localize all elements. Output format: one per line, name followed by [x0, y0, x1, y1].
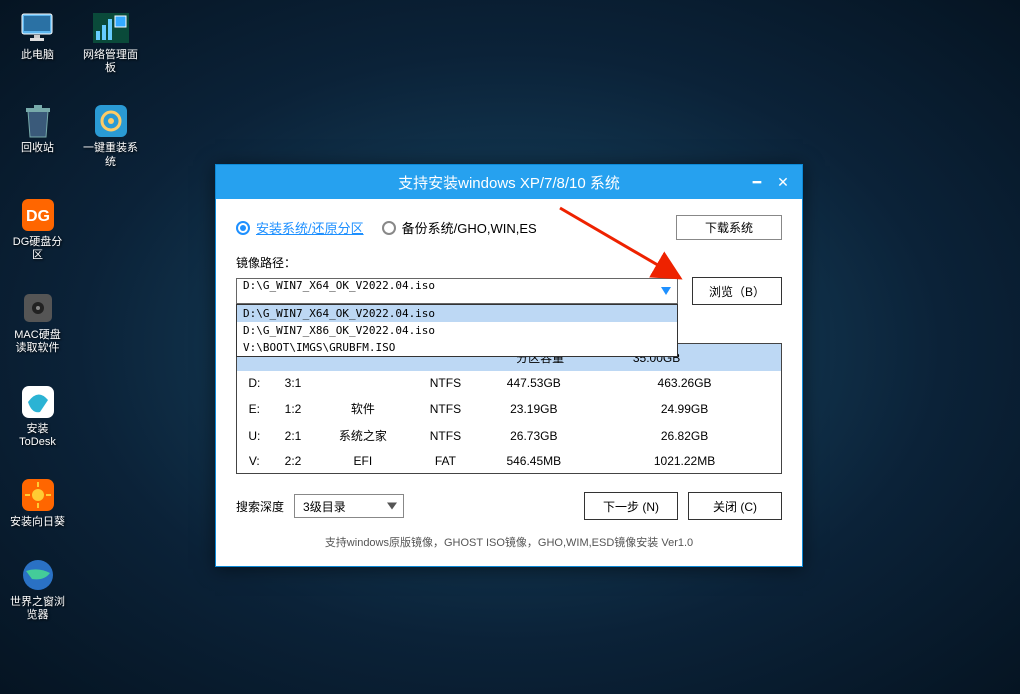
icon-label: 安装ToDesk	[10, 423, 65, 449]
footer-text: 支持windows原版镜像，GHOST ISO镜像，GHO,WIM,ESD镜像安…	[236, 534, 782, 558]
trash-icon	[18, 103, 58, 139]
desktop-icon-reinstall[interactable]: 一键重装系统	[83, 103, 138, 168]
image-path-dropdown[interactable]: D:\G_WIN7_X64_OK_V2022.04.iso D:\G_WIN7_…	[236, 304, 678, 357]
icon-label: 世界之窗浏览器	[10, 596, 65, 622]
titlebar[interactable]: 支持安装windows XP/7/8/10 系统 ━ ✕	[216, 165, 802, 199]
gear-icon	[91, 103, 131, 139]
partition-table: 分区容量 35.00GB D: 3:1 NTFS 447.53GB 463.26…	[236, 343, 782, 474]
table-row[interactable]: V: 2:2 EFI FAT 546.45MB 1021.22MB	[237, 449, 781, 473]
close-dialog-button[interactable]: 关闭 (C)	[688, 492, 782, 520]
sunflower-icon	[18, 477, 58, 513]
mac-disk-icon	[18, 290, 58, 326]
installer-dialog: 支持安装windows XP/7/8/10 系统 ━ ✕ 安装系统/还原分区 备…	[215, 164, 803, 567]
table-row[interactable]: D: 3:1 NTFS 447.53GB 463.26GB	[237, 371, 781, 395]
dropdown-option[interactable]: V:\BOOT\IMGS\GRUBFM.ISO	[237, 339, 677, 356]
desktop-icon-dg[interactable]: DG DG硬盘分区	[10, 197, 65, 262]
dg-icon: DG	[18, 197, 58, 233]
next-button[interactable]: 下一步 (N)	[584, 492, 678, 520]
todesk-icon	[18, 384, 58, 420]
icon-label: 此电脑	[21, 49, 54, 62]
desktop-icon-mac[interactable]: MAC硬盘读取软件	[10, 290, 65, 355]
desktop-icon-sunflower[interactable]: 安装向日葵	[10, 477, 65, 529]
radio-backup[interactable]: 备份系统/GHO,WIN,ES	[382, 218, 537, 237]
icon-label: DG硬盘分区	[10, 236, 65, 262]
icon-label: 回收站	[21, 142, 54, 155]
minimize-button[interactable]: ━	[744, 172, 770, 192]
table-row[interactable]: U: 2:1 系统之家 NTFS 26.73GB 26.82GB	[237, 422, 781, 449]
icon-label: 一键重装系统	[83, 142, 138, 168]
mode-radio-row: 安装系统/还原分区 备份系统/GHO,WIN,ES 下载系统	[236, 215, 782, 240]
desktop-icon-theworld[interactable]: 世界之窗浏览器	[10, 557, 65, 622]
desktop-icon-this-pc[interactable]: 此电脑	[10, 10, 65, 75]
search-depth-label: 搜索深度	[236, 498, 284, 515]
monitor-icon	[18, 10, 58, 46]
image-path-label: 镜像路径：	[236, 254, 782, 271]
download-system-button[interactable]: 下载系统	[676, 215, 782, 240]
icon-label: 安装向日葵	[10, 516, 65, 529]
globe-icon	[18, 557, 58, 593]
dropdown-option[interactable]: D:\G_WIN7_X86_OK_V2022.04.iso	[237, 322, 677, 339]
network-icon	[91, 10, 131, 46]
image-path-select[interactable]: D:\G_WIN7_X64_OK_V2022.04.iso	[236, 278, 678, 304]
radio-install-restore[interactable]: 安装系统/还原分区	[236, 218, 364, 237]
browse-button[interactable]: 浏览（B）	[692, 277, 782, 305]
desktop: 此电脑 网络管理面板 回收站 一键重装系统	[10, 10, 138, 622]
icon-label: MAC硬盘读取软件	[10, 329, 65, 355]
close-button[interactable]: ✕	[770, 172, 796, 192]
chevron-down-icon	[387, 503, 397, 510]
dropdown-option[interactable]: D:\G_WIN7_X64_OK_V2022.04.iso	[237, 305, 677, 322]
desktop-icon-net-panel[interactable]: 网络管理面板	[83, 10, 138, 75]
svg-text:DG: DG	[26, 208, 50, 225]
chevron-down-icon	[661, 287, 671, 295]
desktop-icon-todesk[interactable]: 安装ToDesk	[10, 384, 65, 449]
table-row[interactable]: E: 1:2 软件 NTFS 23.19GB 24.99GB	[237, 395, 781, 422]
desktop-icon-recycle[interactable]: 回收站	[10, 103, 65, 168]
icon-label: 网络管理面板	[83, 49, 138, 75]
search-depth-select[interactable]: 3级目录	[294, 494, 404, 518]
dialog-title: 支持安装windows XP/7/8/10 系统	[398, 172, 620, 193]
